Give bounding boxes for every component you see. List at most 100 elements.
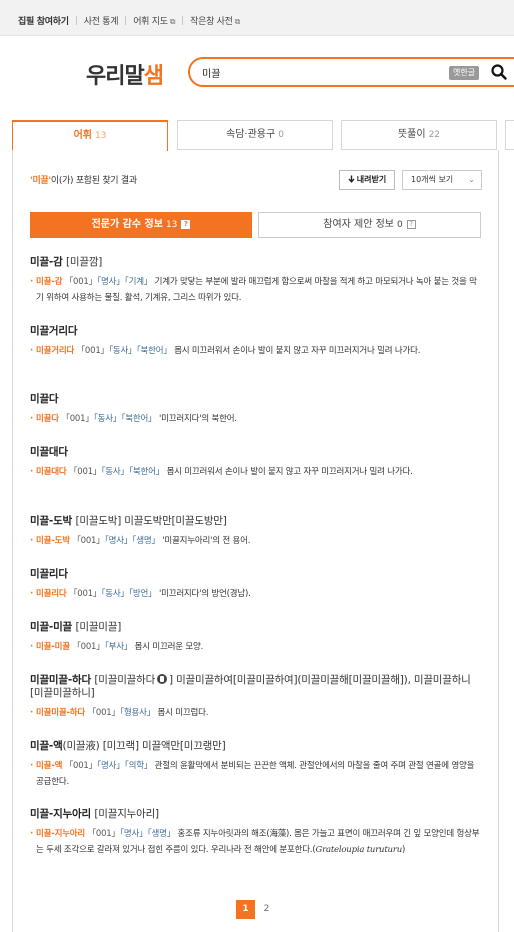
field-tag: 「생명」 bbox=[132, 536, 160, 546]
definition-word[interactable]: 미끌-감 bbox=[36, 277, 62, 287]
definition-word[interactable]: 미끌거리다 bbox=[36, 346, 74, 356]
entry-headword[interactable]: 미끌-감 [미끌깜] bbox=[30, 256, 482, 269]
headword-text: 미끌거리다 bbox=[30, 325, 78, 337]
page-size-value: 10개씩 보기 bbox=[411, 175, 454, 184]
tab-user-suggested[interactable]: 참여자 제안 정보 0? bbox=[258, 212, 481, 238]
pronunciation: [미끌도박] 미끌도박만[미끌도방만] bbox=[75, 515, 227, 527]
result-keyword: '미끌' bbox=[30, 176, 51, 186]
page-current[interactable]: 1 bbox=[236, 900, 255, 919]
search-box: 옛한글 bbox=[188, 57, 514, 87]
entry-headword[interactable]: 미끌거리다 bbox=[30, 325, 482, 338]
external-link-icon: ⧉ bbox=[169, 17, 176, 26]
headword-text: 미끌대다 bbox=[30, 446, 68, 458]
sense-number: 「001」 bbox=[87, 829, 120, 839]
definition-text: 몹시 미끄럽다. bbox=[157, 708, 209, 718]
tab-count: 0 bbox=[278, 130, 284, 140]
external-link-icon: ⧉ bbox=[234, 17, 241, 26]
page-size-select[interactable]: 10개씩 보기 ⌄ bbox=[402, 170, 482, 190]
sense-number: 「001」 bbox=[69, 467, 102, 477]
tab-proverbs-idioms[interactable]: 속담·관용구 0 bbox=[177, 120, 333, 150]
entry-headword[interactable]: 미끌-미끌 [미끌미끌] bbox=[30, 621, 482, 634]
site-logo[interactable]: 우리말샘 bbox=[86, 58, 164, 90]
tab-count: 22 bbox=[428, 130, 441, 140]
entry-headword[interactable]: 미끌리다 bbox=[30, 568, 482, 581]
definition-word[interactable]: 미끌미끌-하다 bbox=[36, 708, 85, 718]
sense-number: 「001」 bbox=[76, 346, 109, 356]
entry-definition: · 미끌다 「001」「동사」「북한어」 '미끄러지다'의 북한어. bbox=[30, 414, 237, 424]
field-tag: 「북한어」 bbox=[128, 467, 165, 477]
entry-definition: · 미끌-미끌 「001」「부사」 몹시 미끄러운 모양. bbox=[30, 642, 204, 652]
part-of-speech: 「형용사」 bbox=[119, 708, 156, 718]
entry-definition: · 미끌미끌-하다 「001」「형용사」 몹시 미끄럽다. bbox=[30, 708, 209, 718]
entry: 미끌-도박 [미끌도박] 미끌도박만[미끌도방만] · 미끌-도박 「001」「명… bbox=[30, 515, 482, 549]
entry-headword[interactable]: 미끌대다 bbox=[30, 446, 482, 459]
page-link[interactable]: 2 bbox=[257, 900, 276, 919]
top-utility-bar: 집필 참여하기 사전 통계 어휘 지도 ⧉ 작은창 사전 ⧉ bbox=[0, 0, 514, 36]
search-button[interactable] bbox=[490, 63, 508, 81]
entry: 미끌-감 [미끌깜] · 미끌-감 「001」「명사」「기계」 기계가 맞닿는 부… bbox=[30, 256, 482, 306]
download-icon bbox=[348, 175, 355, 183]
definition-word[interactable]: 미끌-도박 bbox=[36, 536, 70, 546]
tab-definitions[interactable]: 뜻풀이 22 bbox=[341, 120, 497, 150]
divider bbox=[125, 16, 127, 25]
definition-text: 몹시 미끄러워서 손이나 발이 붙지 않고 자꾸 미끄러지거나 밀려 나가다. bbox=[166, 467, 413, 477]
entry-definition: · 미끌대다 「001」「동사」「북한어」 몹시 미끄러워서 손이나 발이 붙지 … bbox=[30, 467, 413, 477]
entry: 미끌대다 · 미끌대다 「001」「동사」「북한어」 몹시 미끄러워서 손이나 발… bbox=[30, 446, 482, 480]
pronunciation: [미끌미끌하다] 미끌미끌하여[미끌미끌하여](미끌미끌해[미끌미끌해]), 미… bbox=[30, 674, 471, 699]
sense-number: 「001」 bbox=[72, 642, 105, 652]
vocabulary-map-label: 어휘 지도 bbox=[133, 17, 168, 27]
contribute-link[interactable]: 집필 참여하기 bbox=[18, 14, 69, 27]
entry-headword[interactable]: 미끌다 bbox=[30, 393, 482, 406]
divider bbox=[182, 16, 184, 25]
entry-headword[interactable]: 미끌-액(미끌液) [미끄랙] 미끌액만[미끄랭만] bbox=[30, 740, 482, 753]
definition-word[interactable]: 미끌다 bbox=[36, 414, 59, 424]
tab-expert-reviewed[interactable]: 전문가 감수 정보 13? bbox=[30, 212, 252, 238]
headword-text: 미끌-액 bbox=[30, 740, 63, 752]
pronunciation: [미끌미끌] bbox=[75, 621, 122, 633]
definition-word[interactable]: 미끌-미끌 bbox=[36, 642, 70, 652]
logo-text: 우리말 bbox=[86, 64, 145, 89]
sense-number: 「001」 bbox=[64, 277, 97, 287]
headword-text: 미끌다 bbox=[30, 393, 59, 405]
part-of-speech: 「명사」 bbox=[96, 277, 125, 287]
sense-number: 「001」 bbox=[69, 589, 102, 599]
download-button[interactable]: 내려받기 bbox=[339, 170, 395, 190]
entry: 미끌-액(미끌液) [미끄랙] 미끌액만[미끄랭만] · 미끌-액 「001」「명… bbox=[30, 740, 482, 790]
help-icon[interactable]: ? bbox=[406, 219, 416, 229]
audio-play-icon[interactable] bbox=[157, 674, 168, 684]
tab-overflow[interactable] bbox=[505, 120, 514, 150]
definition-word[interactable]: 미끌리다 bbox=[36, 589, 67, 599]
help-icon[interactable]: ? bbox=[181, 219, 191, 229]
search-icon bbox=[491, 64, 507, 80]
sense-number: 「001」 bbox=[61, 414, 94, 424]
field-tag: 「의학」 bbox=[124, 761, 153, 771]
entry-definition: · 미끌리다 「001」「동사」「방언」 '미끄러지다'의 방언(경남). bbox=[30, 589, 251, 599]
subtab-count: 13 bbox=[165, 220, 178, 230]
entry-headword[interactable]: 미끌미끌-하다 [미끌미끌하다] 미끌미끌하여[미끌미끌하여](미끌미끌해[미끌… bbox=[30, 674, 482, 700]
definition-word[interactable]: 미끌대다 bbox=[36, 467, 67, 477]
pronunciation: [미끌지누아리] bbox=[94, 808, 159, 820]
definition-text: '미끄러지다'의 방언(경남). bbox=[158, 589, 251, 599]
search-input[interactable] bbox=[202, 64, 402, 81]
entry-headword[interactable]: 미끌-도박 [미끌도박] 미끌도박만[미끌도방만] bbox=[30, 515, 482, 528]
entry: 미끌다 · 미끌다 「001」「동사」「북한어」 '미끄러지다'의 북한어. bbox=[30, 393, 482, 427]
entry: 미끌미끌-하다 [미끌미끌하다] 미끌미끌하여[미끌미끌하여](미끌미끌해[미끌… bbox=[30, 674, 482, 721]
vocabulary-map-link[interactable]: 어휘 지도 ⧉ bbox=[133, 14, 175, 27]
part-of-speech: 「명사」 bbox=[104, 536, 133, 546]
old-hangul-button[interactable]: 옛한글 bbox=[449, 66, 480, 80]
headword-text: 미끌미끌-하다 bbox=[30, 674, 91, 686]
definition-word[interactable]: 미끌-지누아리 bbox=[36, 829, 85, 839]
tab-count: 13 bbox=[94, 131, 107, 141]
field-tag: 「북한어」 bbox=[136, 346, 172, 356]
definition-text: '미끌지누아리'의 전 용어. bbox=[162, 536, 251, 546]
dictionary-stats-link[interactable]: 사전 통계 bbox=[84, 14, 119, 27]
small-window-dictionary-link[interactable]: 작은창 사전 ⧉ bbox=[190, 14, 240, 27]
entry-headword[interactable]: 미끌-지누아리 [미끌지누아리] bbox=[30, 808, 482, 821]
definition-word[interactable]: 미끌-액 bbox=[36, 761, 62, 771]
part-of-speech: 「명사」 bbox=[96, 761, 125, 771]
definition-text: 몹시 미끄러워서 손이나 발이 붙지 않고 자꾸 미끄러지거나 밀려 나가다. bbox=[174, 346, 421, 356]
pronunciation: (미끌液) [미끄랙] 미끌액만[미끄랭만] bbox=[62, 740, 226, 752]
field-tag: 「방언」 bbox=[128, 589, 157, 599]
utility-links: 집필 참여하기 사전 통계 어휘 지도 ⧉ 작은창 사전 ⧉ bbox=[18, 14, 240, 27]
tab-vocabulary[interactable]: 어휘 13 bbox=[12, 120, 168, 151]
